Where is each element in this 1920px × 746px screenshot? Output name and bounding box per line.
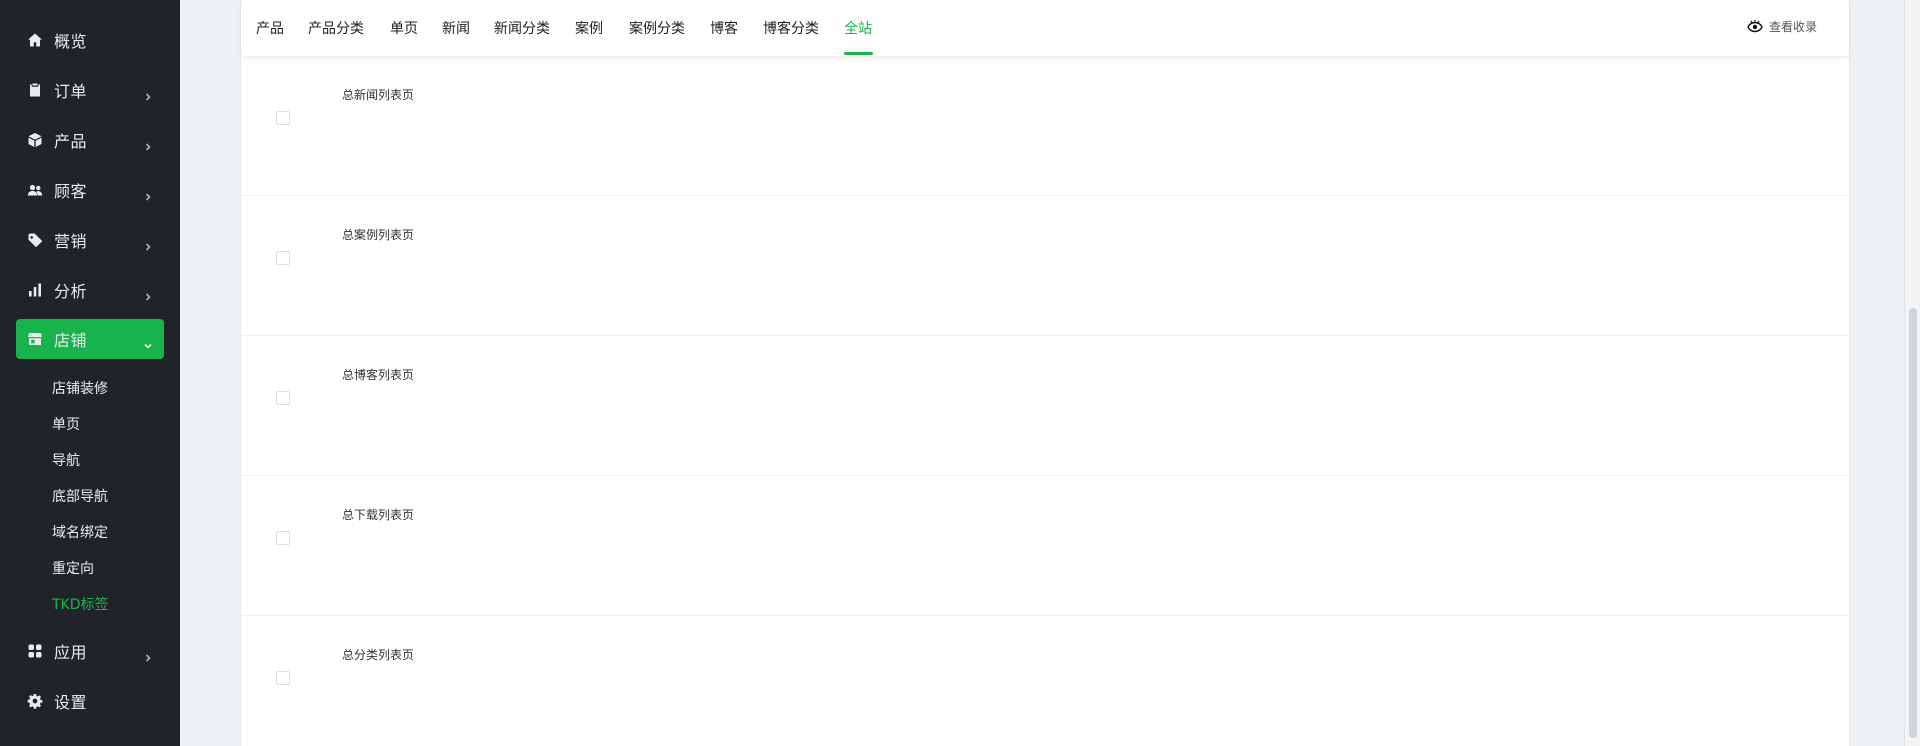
row-title: 总新闻列表页	[342, 88, 415, 102]
sidebar-item-orders[interactable]: 订单	[16, 70, 164, 110]
row-checkbox[interactable]	[276, 671, 290, 685]
list-item: 总案例列表页	[241, 196, 1849, 336]
list-item: 总下载列表页	[241, 476, 1849, 616]
sidebar-item-overview[interactable]: 概览	[16, 20, 164, 60]
sidebar-subitem-single-page[interactable]: 单页	[52, 414, 80, 434]
list-item: 总新闻列表页	[241, 56, 1849, 196]
gear-icon	[26, 692, 44, 710]
users-icon	[26, 181, 44, 199]
sidebar-item-store[interactable]: 店铺	[16, 319, 164, 359]
chevron-right-icon	[144, 86, 152, 101]
chevron-right-icon	[144, 186, 152, 201]
sidebar-item-label: 应用	[54, 643, 88, 662]
sidebar-item-marketing[interactable]: 营销	[16, 220, 164, 260]
row-title: 总下载列表页	[342, 508, 415, 522]
sidebar-subitem-redirect[interactable]: 重定向	[52, 558, 94, 578]
tab-blog-category[interactable]: 博客分类	[763, 18, 819, 38]
row-title: 总博客列表页	[342, 368, 415, 382]
list-item: 总博客列表页	[241, 336, 1849, 476]
sidebar-subitem-navigation[interactable]: 导航	[52, 450, 80, 470]
tab-product-category[interactable]: 产品分类	[308, 18, 364, 38]
row-checkbox[interactable]	[276, 391, 290, 405]
page-type-tabs: 产品 产品分类 单页 新闻 新闻分类 案例 案例分类 博客 博客分类 全站 查看…	[241, 0, 1849, 56]
box-icon	[26, 131, 44, 149]
tab-news-category[interactable]: 新闻分类	[494, 18, 550, 38]
tkd-content-card: 产品 产品分类 单页 新闻 新闻分类 案例 案例分类 博客 博客分类 全站 查看…	[240, 0, 1850, 746]
sidebar-item-label: 订单	[54, 82, 88, 101]
tag-icon	[26, 231, 44, 249]
tab-product[interactable]: 产品	[256, 18, 284, 38]
tkd-page-list: 总新闻列表页 总案例列表页 总博客列表页 总下载列表页 总分类列表页	[241, 56, 1849, 746]
sidebar-subitem-domain-binding[interactable]: 域名绑定	[52, 522, 108, 542]
sidebar-item-products[interactable]: 产品	[16, 120, 164, 160]
chevron-right-icon	[144, 647, 152, 662]
row-title: 总案例列表页	[342, 228, 415, 242]
tab-whole-site[interactable]: 全站	[844, 18, 872, 38]
eye-icon	[1747, 19, 1763, 32]
store-icon	[26, 330, 44, 348]
tab-single-page[interactable]: 单页	[390, 18, 418, 38]
list-item: 总分类列表页	[241, 616, 1849, 746]
sidebar-item-label: 产品	[54, 132, 88, 151]
tab-case-category[interactable]: 案例分类	[629, 18, 685, 38]
sidebar-item-label: 营销	[54, 232, 88, 251]
sidebar-item-label: 分析	[54, 282, 88, 301]
sidebar-item-customers[interactable]: 顾客	[16, 170, 164, 210]
chevron-right-icon	[144, 136, 152, 151]
clipboard-icon	[26, 81, 44, 99]
app-root: 概览 订单 产品 顾客 营销 分析 店铺 店铺装修 单页 导航 底部导航 域名绑…	[0, 0, 1920, 746]
tab-news[interactable]: 新闻	[442, 18, 470, 38]
view-index-button[interactable]: 查看收录	[1747, 18, 1817, 35]
apps-icon	[26, 642, 44, 660]
row-checkbox[interactable]	[276, 531, 290, 545]
sidebar-item-label: 设置	[54, 693, 88, 712]
view-index-label: 查看收录	[1768, 20, 1817, 34]
scrollbar-thumb[interactable]	[1909, 308, 1917, 738]
sidebar-subitem-footer-navigation[interactable]: 底部导航	[52, 486, 108, 506]
sidebar-item-analytics[interactable]: 分析	[16, 270, 164, 310]
chevron-right-icon	[144, 286, 152, 301]
sidebar-item-settings[interactable]: 设置	[16, 681, 164, 721]
sidebar-item-apps[interactable]: 应用	[16, 631, 164, 671]
sidebar-subitem-tkd-tags[interactable]: TKD标签	[52, 594, 109, 614]
tab-case[interactable]: 案例	[575, 18, 603, 38]
sidebar-item-label: 顾客	[54, 182, 88, 201]
sidebar-item-label: 店铺	[54, 331, 88, 350]
row-title: 总分类列表页	[342, 648, 415, 662]
sidebar-subitem-store-decoration[interactable]: 店铺装修	[52, 378, 108, 398]
bar-chart-icon	[26, 281, 44, 299]
sidebar-item-label: 概览	[54, 32, 88, 51]
chevron-down-icon	[144, 335, 152, 349]
tab-blog[interactable]: 博客	[710, 18, 738, 38]
row-checkbox[interactable]	[276, 251, 290, 265]
page-scrollbar[interactable]	[1904, 0, 1920, 746]
chevron-right-icon	[144, 236, 152, 251]
home-icon	[26, 31, 44, 49]
row-checkbox[interactable]	[276, 111, 290, 125]
sidebar: 概览 订单 产品 顾客 营销 分析 店铺 店铺装修 单页 导航 底部导航 域名绑…	[0, 0, 180, 746]
active-tab-indicator	[844, 52, 873, 55]
